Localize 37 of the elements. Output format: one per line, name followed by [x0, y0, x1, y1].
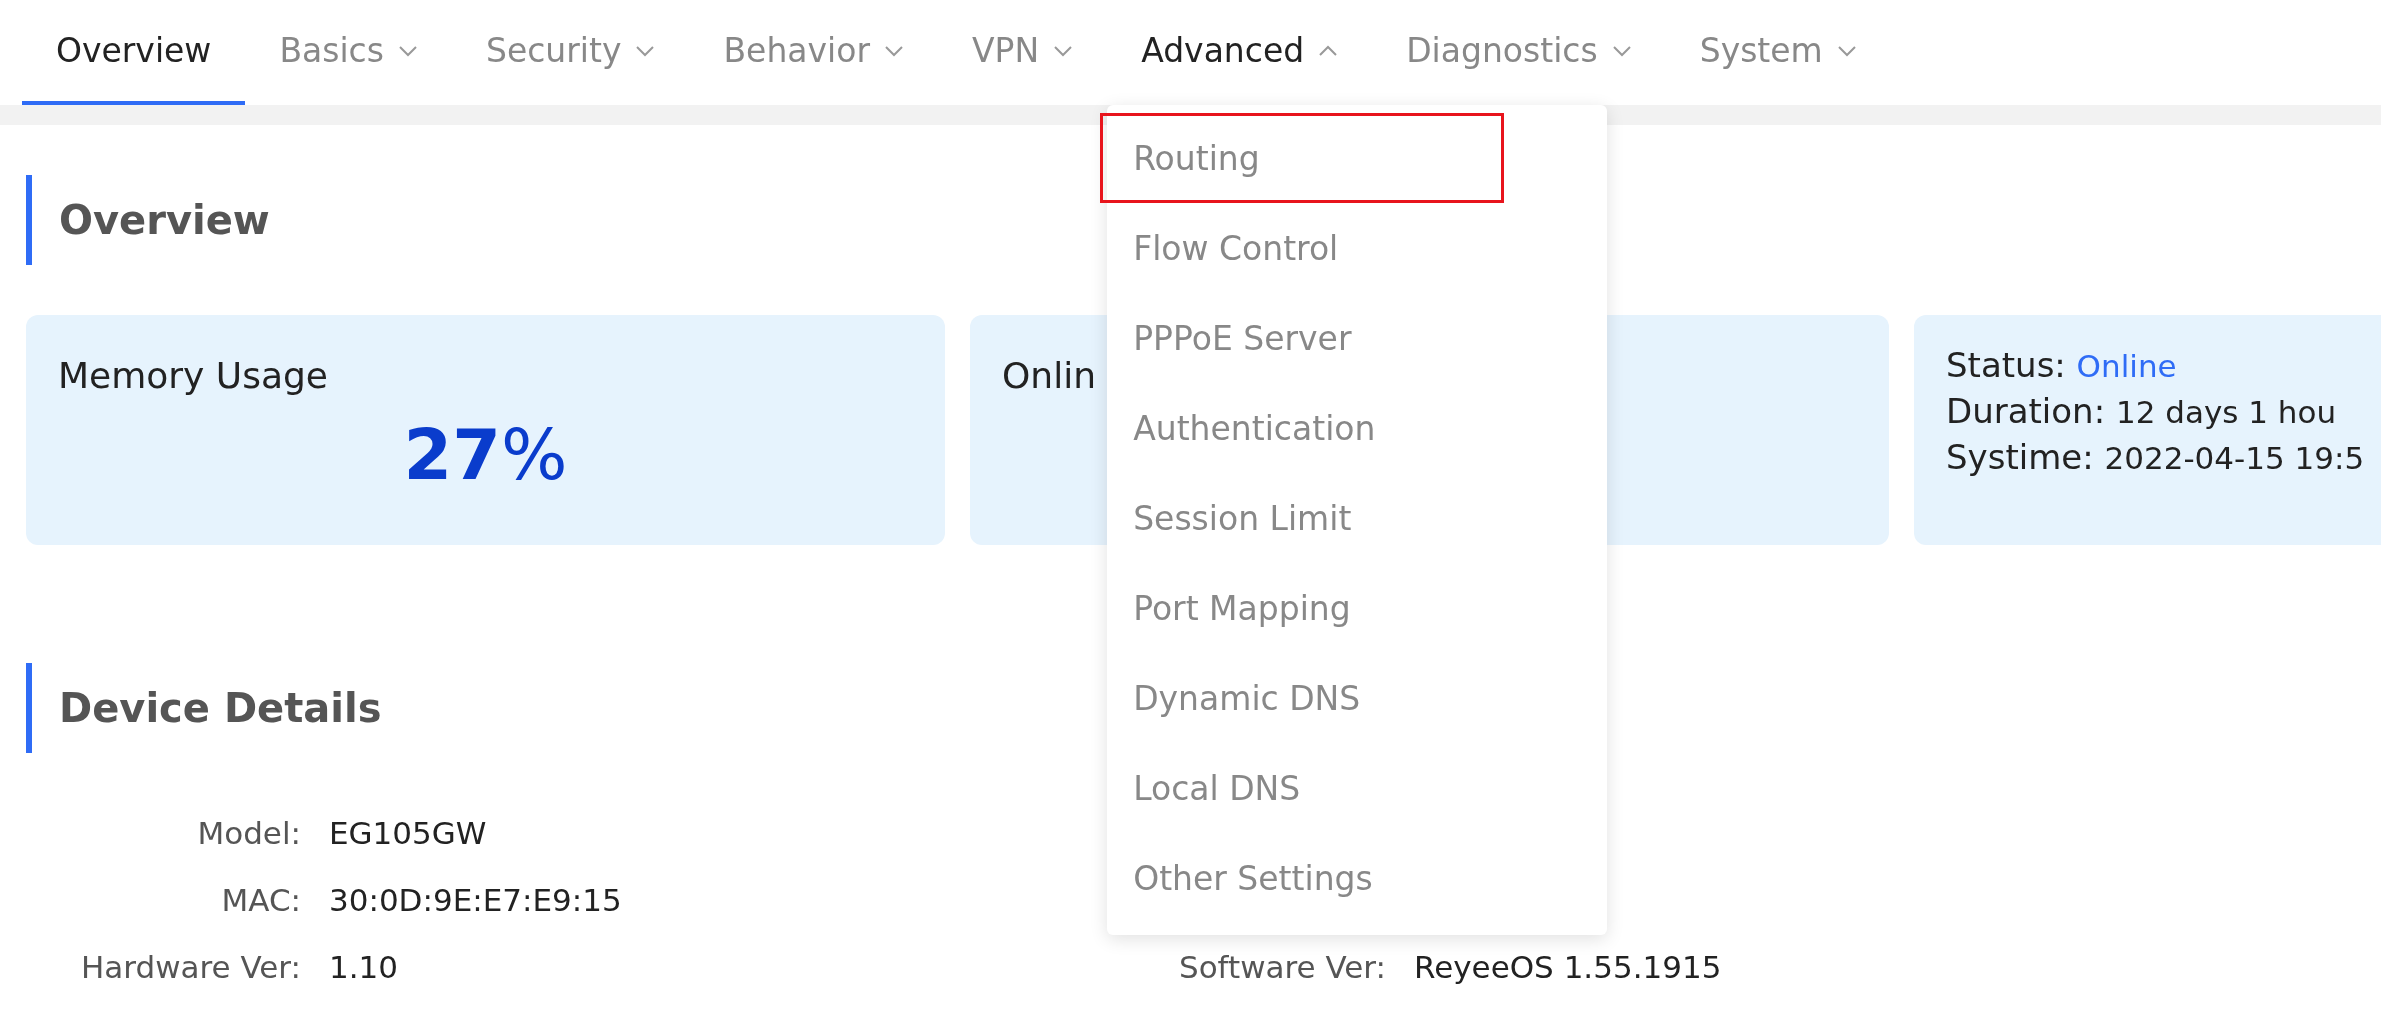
nav-tab[interactable]: Basics — [245, 0, 452, 105]
status-line: Systime: 2022-04-15 19:5 — [1946, 437, 2365, 477]
chevron-icon — [635, 44, 656, 57]
card-title: Memory Usage — [58, 355, 329, 396]
nav-tab[interactable]: Behavior — [689, 0, 938, 105]
card-title: Onlin — [1002, 355, 1096, 396]
status-line: Duration: 12 days 1 hou — [1946, 391, 2338, 431]
detail-label: Model: — [197, 814, 301, 853]
nav-tab[interactable]: Diagnostics — [1372, 0, 1666, 105]
chevron-icon — [1053, 44, 1074, 57]
menu-item[interactable]: Routing — [1107, 113, 1608, 203]
detail-label: MAC: — [221, 881, 301, 920]
detail-value: ReyeeOS 1.55.1915 — [1414, 948, 1722, 987]
status-line: Status: Online — [1946, 345, 2178, 385]
menu-item[interactable]: Other Settings — [1107, 833, 1608, 923]
nav-tab[interactable]: System — [1665, 0, 1891, 105]
detail-value: 1.10 — [329, 948, 399, 987]
menu-item[interactable]: Port Mapping — [1107, 563, 1608, 653]
menu-item[interactable]: Local DNS — [1107, 743, 1608, 833]
detail-value: EG105GW — [329, 814, 487, 853]
menu-item[interactable]: Flow Control — [1107, 203, 1608, 293]
nav-tab[interactable]: VPN — [938, 0, 1108, 105]
metric-value: 27% — [403, 414, 568, 496]
menu-item[interactable]: Dynamic DNS — [1107, 653, 1608, 743]
nav-tab[interactable]: Security — [451, 0, 690, 105]
detail-label: Software Ver: — [1178, 948, 1386, 987]
menu-item[interactable]: Session Limit — [1107, 473, 1608, 563]
chevron-icon — [1611, 44, 1632, 57]
detail-value: 30:0D:9E:E7:E9:15 — [329, 881, 622, 920]
chevron-icon — [884, 44, 904, 57]
menu-item[interactable]: PPPoE Server — [1107, 293, 1608, 383]
menu-item[interactable]: Authentication — [1107, 383, 1608, 473]
chevron-icon — [1318, 44, 1339, 57]
nav-tab[interactable]: Advanced — [1107, 0, 1373, 105]
detail-label: Hardware Ver: — [80, 948, 301, 987]
chevron-icon — [397, 44, 418, 57]
chevron-icon — [1836, 44, 1857, 57]
